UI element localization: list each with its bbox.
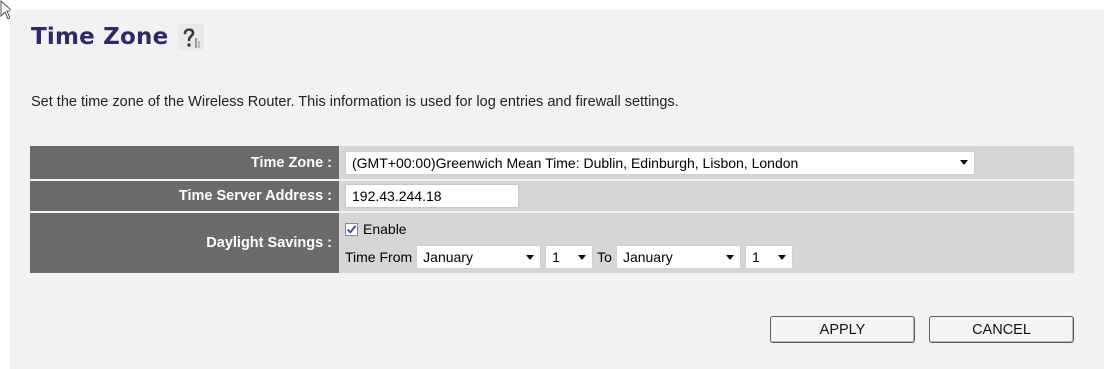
time-range-row: Time From January 1 To January 1 <box>345 245 1074 269</box>
time-server-input[interactable]: 192.43.244.18 <box>345 184 519 208</box>
dropdown-arrow-icon <box>578 254 587 260</box>
to-day-value: 1 <box>751 249 760 265</box>
daylight-savings-label: Daylight Savings : <box>30 213 339 273</box>
time-server-row: Time Server Address : 192.43.244.18 <box>30 181 1074 211</box>
enable-row: Enable <box>345 217 1074 241</box>
apply-button[interactable]: APPLY <box>770 316 915 343</box>
daylight-savings-row: Daylight Savings : Enable Time From Janu… <box>30 213 1074 273</box>
page-description: Set the time zone of the Wireless Router… <box>31 94 679 110</box>
page-title: Time Zone <box>31 24 169 50</box>
daylight-savings-cell: Enable Time From January 1 To January 1 <box>339 213 1074 273</box>
time-server-label: Time Server Address : <box>30 181 339 211</box>
time-zone-value: (GMT+00:00)Greenwich Mean Time: Dublin, … <box>352 154 799 171</box>
time-server-cell: 192.43.244.18 <box>339 181 1074 211</box>
settings-table: Time Zone : (GMT+00:00)Greenwich Mean Ti… <box>30 144 1074 275</box>
to-day-select[interactable]: 1 <box>744 245 793 269</box>
to-month-value: January <box>622 249 673 265</box>
dropdown-arrow-icon <box>960 160 968 165</box>
enable-label: Enable <box>363 221 407 237</box>
enable-checkbox[interactable] <box>345 222 358 236</box>
dropdown-arrow-icon <box>526 254 535 260</box>
checkmark-icon <box>346 224 357 234</box>
from-month-select[interactable]: January <box>416 245 542 269</box>
to-label: To <box>597 249 612 265</box>
dropdown-arrow-icon <box>725 254 734 260</box>
time-from-label: Time From <box>345 249 413 265</box>
cancel-button[interactable]: CANCEL <box>929 316 1074 343</box>
title-row: Time Zone <box>31 24 205 50</box>
time-zone-label: Time Zone : <box>30 146 339 179</box>
from-month-value: January <box>423 249 473 265</box>
time-zone-select[interactable]: (GMT+00:00)Greenwich Mean Time: Dublin, … <box>345 150 975 175</box>
dropdown-arrow-icon <box>777 254 786 260</box>
from-day-value: 1 <box>552 249 560 265</box>
time-zone-cell: (GMT+00:00)Greenwich Mean Time: Dublin, … <box>339 146 1074 179</box>
to-month-select[interactable]: January <box>615 245 741 269</box>
help-icon[interactable] <box>178 24 205 50</box>
from-day-select[interactable]: 1 <box>545 245 594 269</box>
time-zone-row: Time Zone : (GMT+00:00)Greenwich Mean Ti… <box>30 146 1074 179</box>
